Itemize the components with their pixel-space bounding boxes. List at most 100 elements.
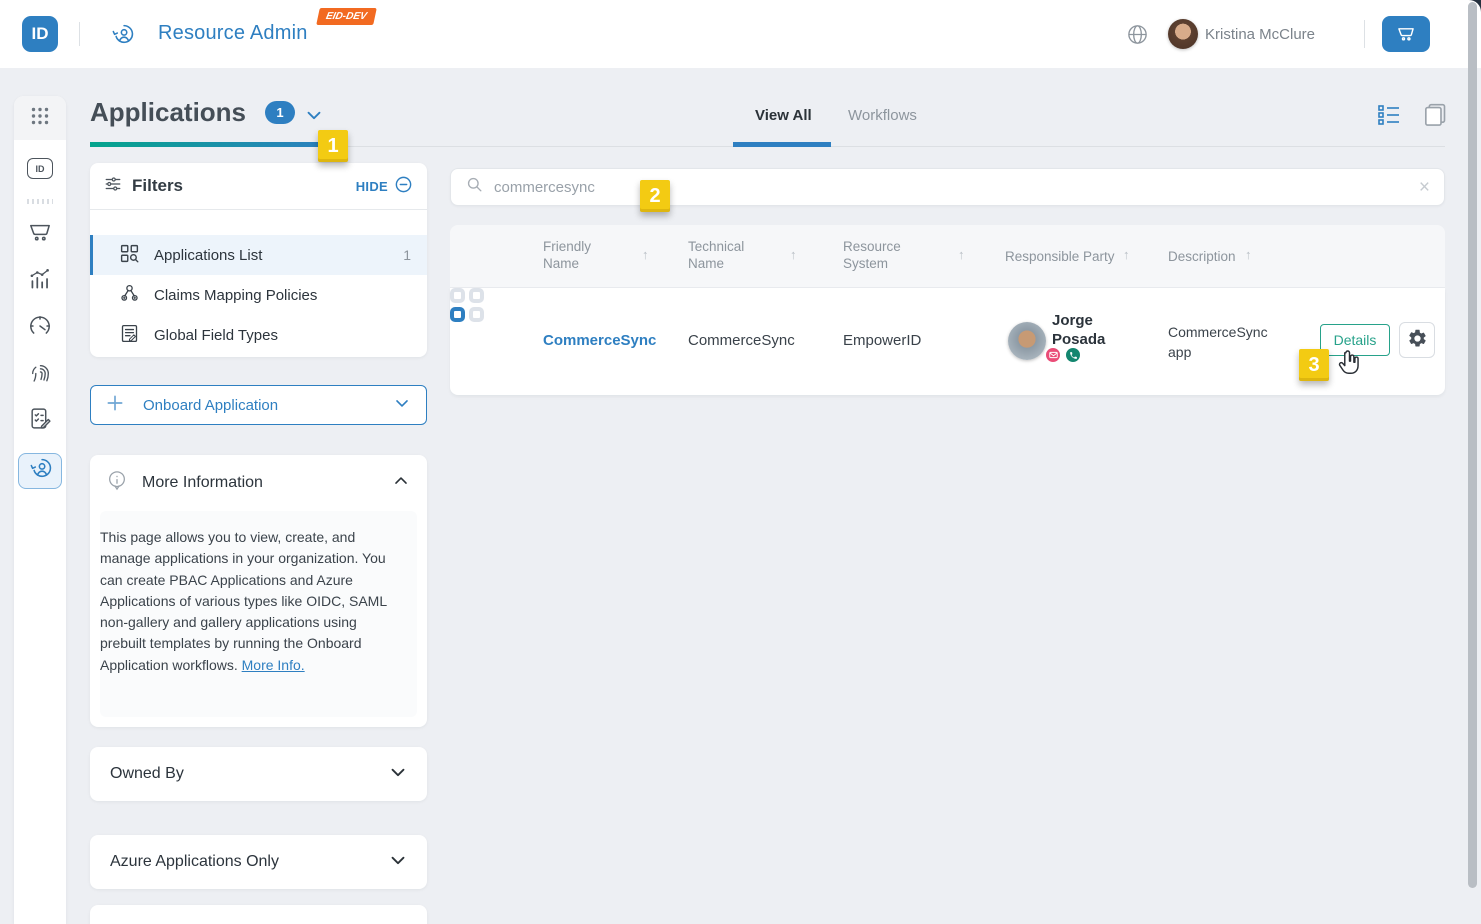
minus-circle-icon [394,175,413,197]
sort-icon[interactable]: ↑ [1245,246,1252,263]
user-avatar[interactable] [1168,19,1198,49]
nav-item-analytics[interactable] [14,266,66,297]
sort-icon[interactable]: ↑ [958,246,965,263]
top-header: ID Resource Admin EID-DEV Kristina McClu… [0,0,1481,68]
active-tab-indicator [733,142,831,147]
column-header-responsible-party[interactable]: Responsible Party [1005,248,1115,265]
filter-item-global-field-types[interactable]: Global Field Types [90,315,427,355]
hand-cursor-icon [1336,349,1363,385]
azure-only-label: Azure Applications Only [110,853,279,871]
filters-header: Filters HIDE [90,163,427,210]
azure-applications-only-section[interactable]: Azure Applications Only [90,835,427,889]
filter-item-label: Claims Mapping Policies [154,287,317,304]
more-information-body: This page allows you to view, create, an… [100,511,417,717]
filters-panel: Filters HIDE Applications List 1 [90,163,427,357]
responsible-party-avatar[interactable] [1008,322,1046,360]
page-title-chevron-icon[interactable] [303,104,325,131]
filters-title: Filters [132,176,183,196]
id-badge-icon: ID [27,158,53,179]
sort-icon[interactable]: ↑ [790,246,797,263]
chevron-up-icon [391,471,411,496]
list-view-icon[interactable] [1377,104,1401,131]
tab-view-all[interactable]: View All [755,107,812,124]
title-accent-bar [90,142,335,147]
chevron-down-icon [387,761,409,788]
page-title: Applications [90,97,246,128]
resource-admin-app: ID Resource Admin EID-DEV Kristina McClu… [0,0,1481,924]
filter-item-count: 1 [403,247,411,263]
nav-item-fingerprint[interactable] [14,361,66,391]
responsible-party-name[interactable]: Jorge Posada [1052,311,1126,349]
app-title: Resource Admin [158,22,308,45]
analytics-icon [27,266,53,297]
step-badge-3: 3 [1299,349,1329,381]
description-cell: CommerceSync app [1168,322,1268,362]
globe-icon[interactable] [1126,23,1149,51]
more-information-header[interactable]: More Information [90,455,427,511]
resource-admin-active-icon [28,456,53,486]
sort-icon[interactable]: ↑ [642,246,649,263]
empowerid-logo[interactable]: ID [22,16,58,52]
form-edit-icon [28,406,53,436]
gear-icon [1407,328,1428,352]
application-tile-icon [450,288,484,322]
search-input[interactable] [494,179,1409,196]
fingerprint-icon [28,361,53,391]
search-bar: × [450,168,1445,206]
apps-grid-icon [30,106,50,131]
nav-item-resource-admin[interactable] [18,453,62,489]
rail-divider [27,199,53,204]
claims-mapping-icon [119,283,140,308]
more-information-panel: More Information This page allows you to… [90,455,427,727]
more-information-title: More Information [142,474,263,492]
column-header-description[interactable]: Description [1168,248,1236,265]
nav-item-forms[interactable] [14,406,66,436]
cart-button[interactable] [1382,16,1430,52]
nav-rail: ID [14,96,66,924]
owned-by-label: Owned By [110,765,184,783]
header-divider-2 [1364,20,1365,48]
cart-icon [1396,23,1416,46]
clear-search-icon[interactable]: × [1419,178,1430,197]
filter-item-label: Applications List [154,247,262,264]
plus-icon [105,393,125,418]
technical-name-cell: CommerceSync [688,332,795,349]
filters-icon [104,175,122,198]
friendly-name-link[interactable]: CommerceSync [543,332,656,349]
filter-item-applications-list[interactable]: Applications List 1 [90,235,427,275]
onboard-label: Onboard Application [143,397,278,414]
sort-icon[interactable]: ↑ [1123,246,1130,263]
resource-admin-icon [110,22,135,52]
applications-list-icon [119,243,140,268]
scrollbar-thumb[interactable] [1468,2,1477,888]
tab-workflows[interactable]: Workflows [848,107,917,124]
table-row-commercesync: CommerceSync CommerceSync EmpowerID Jorg… [450,288,1445,395]
nav-item-gauge[interactable] [14,313,66,344]
search-icon [465,175,484,199]
filter-item-label: Global Field Types [154,327,278,344]
filter-item-claims-mapping[interactable]: Claims Mapping Policies [90,275,427,315]
onboard-application-button[interactable]: Onboard Application [90,385,427,425]
step-badge-1: 1 [318,130,348,162]
next-section-partial [90,905,427,924]
shopping-cart-icon [27,218,53,249]
phone-badge-icon[interactable] [1064,346,1082,364]
mail-badge-icon[interactable] [1044,346,1062,364]
column-header-resource-system[interactable]: Resource System [843,238,921,272]
nav-item-id-badge[interactable]: ID [14,158,66,179]
column-header-technical-name[interactable]: Technical Name [688,238,760,272]
more-info-link[interactable]: More Info. [242,657,305,673]
gauge-icon [27,313,53,344]
owned-by-section[interactable]: Owned By [90,747,427,801]
hide-filters-button[interactable]: HIDE [356,175,413,197]
hide-label: HIDE [356,179,388,194]
header-divider [79,22,80,46]
chevron-down-icon [387,849,409,876]
apps-grid-button[interactable] [14,96,66,140]
column-header-friendly-name[interactable]: Friendly Name [543,238,615,272]
nav-item-cart[interactable] [14,218,66,249]
row-settings-button[interactable] [1399,322,1435,358]
user-name[interactable]: Kristina McClure [1205,26,1315,43]
card-view-icon[interactable] [1420,100,1448,133]
resource-system-cell: EmpowerID [843,332,921,349]
